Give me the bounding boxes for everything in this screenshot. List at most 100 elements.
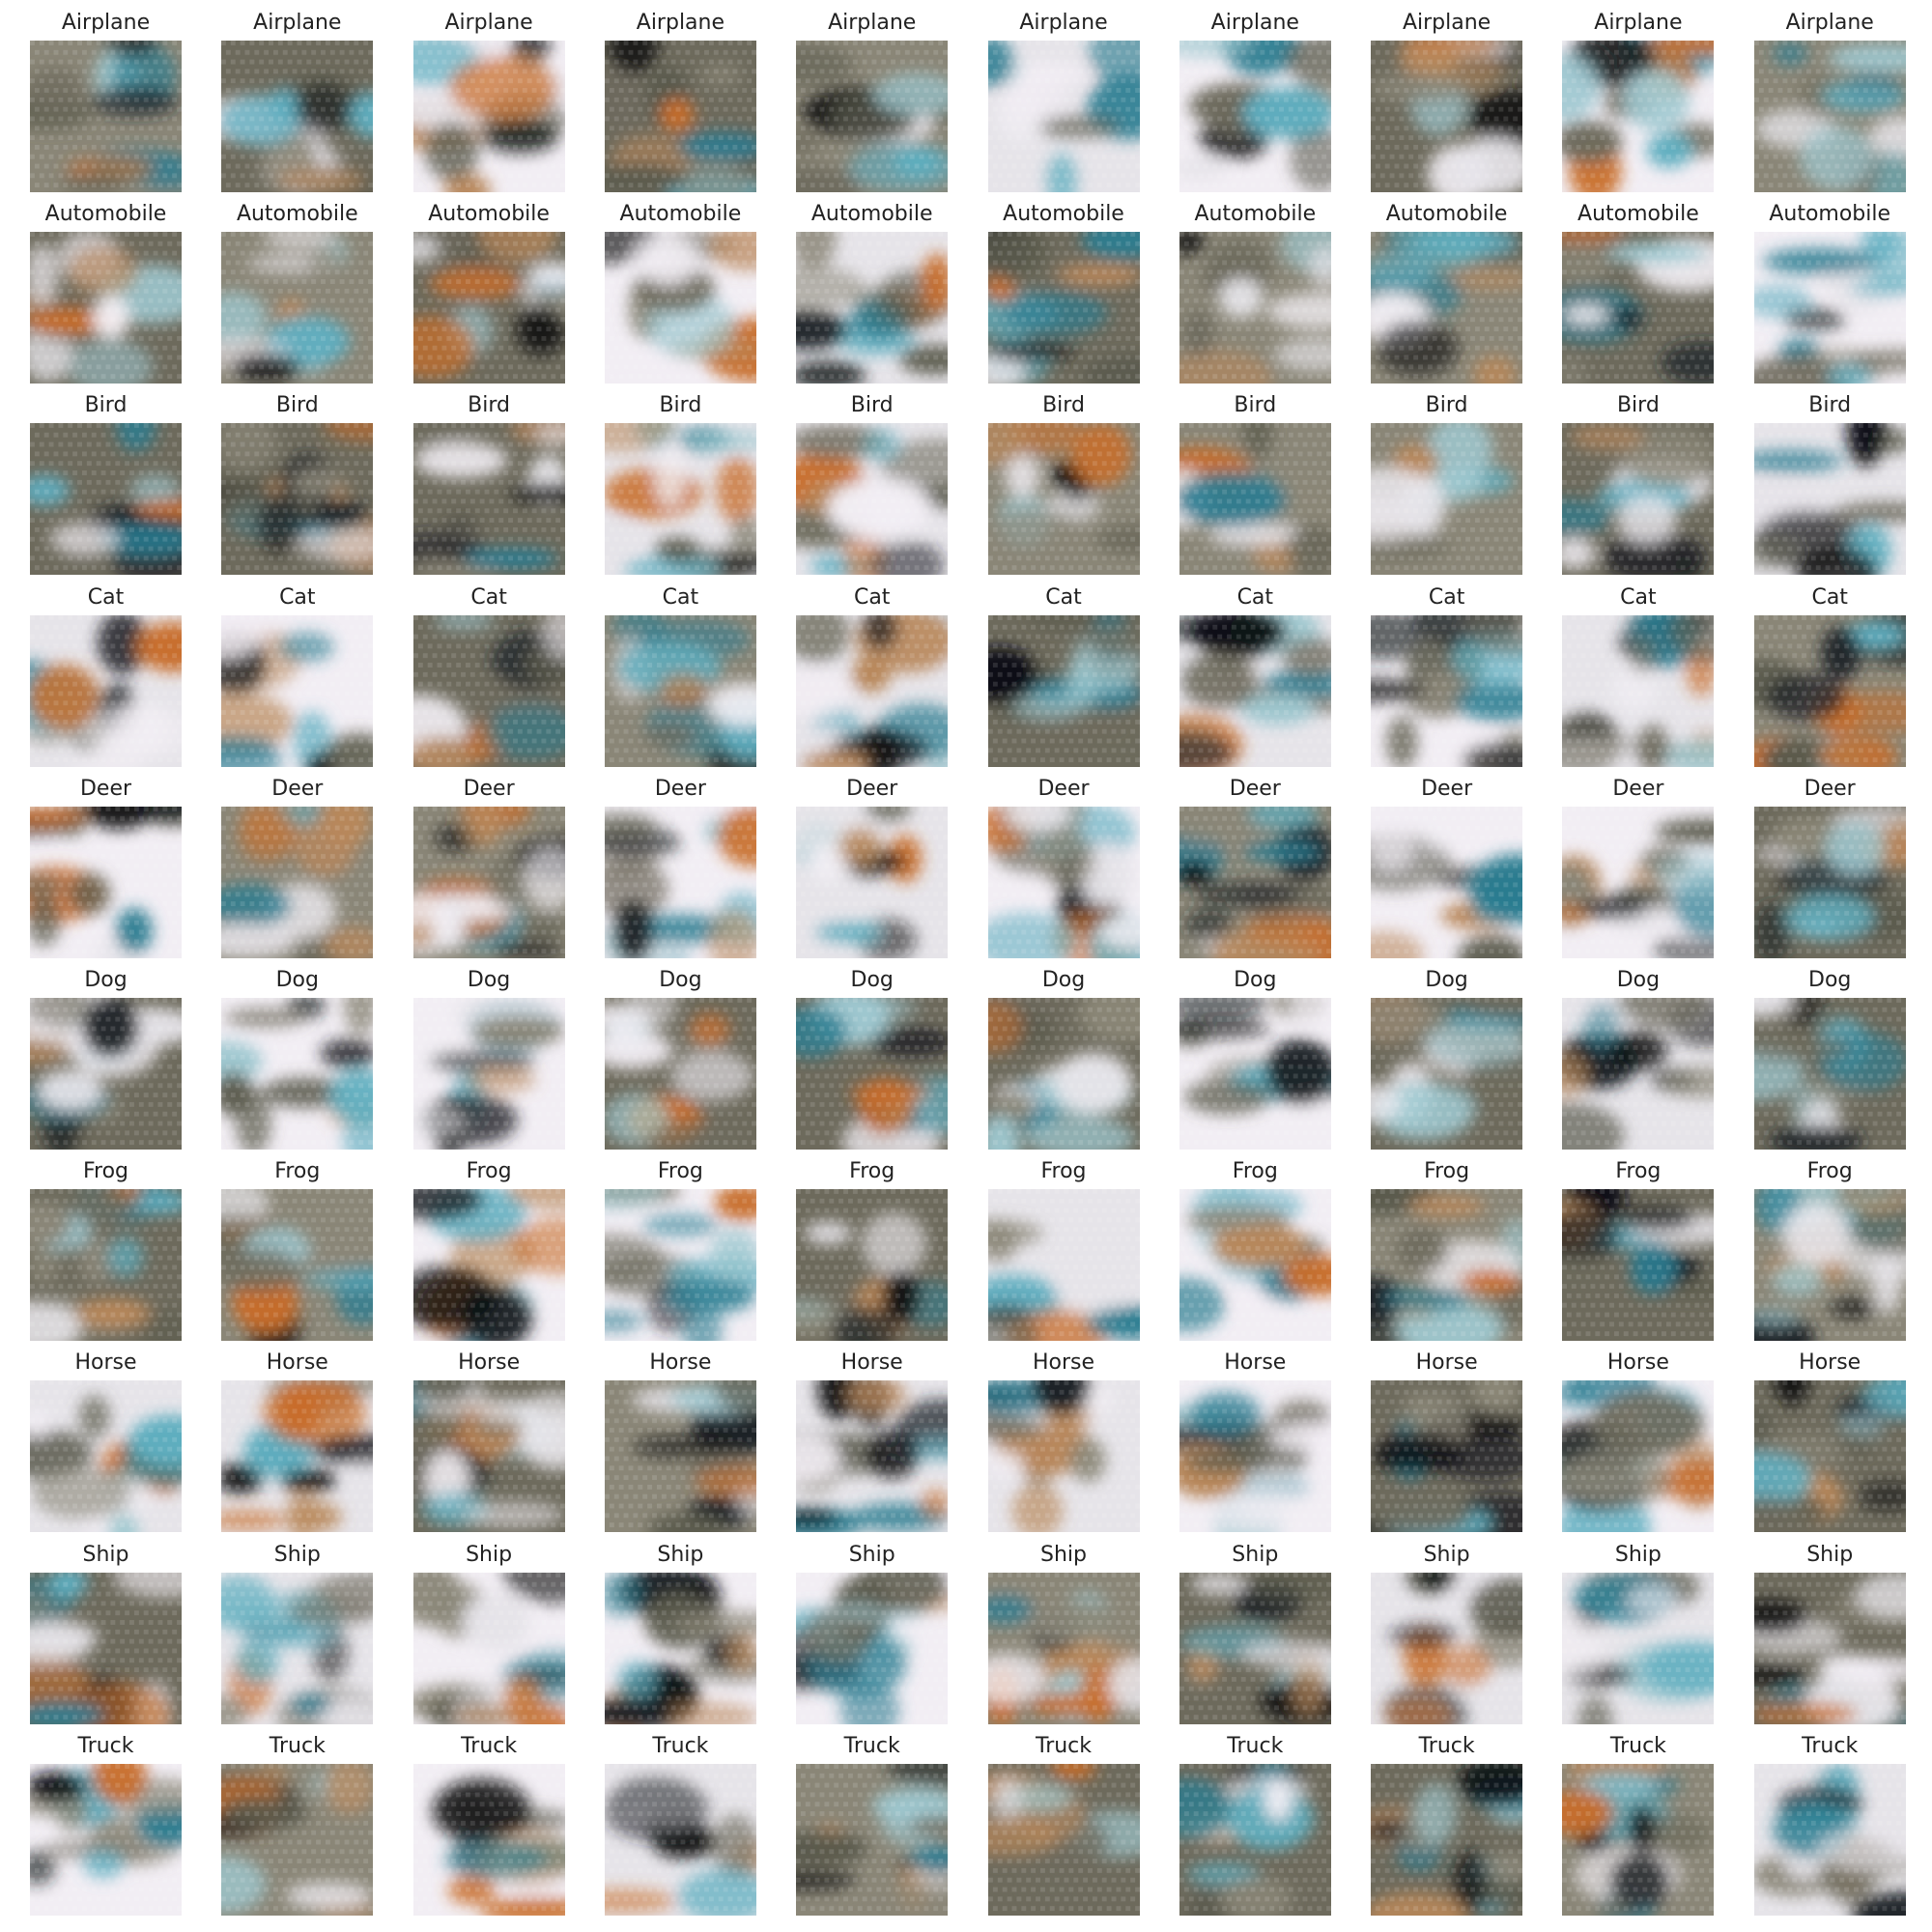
class-label: Ship: [969, 1542, 1159, 1569]
sample-cell: Airplane: [604, 0, 756, 192]
generated-sample-image: [987, 998, 1140, 1150]
generated-sample-image: [1371, 1380, 1523, 1533]
sample-cell: Deer: [1371, 766, 1523, 958]
sample-cell: Horse: [412, 1340, 565, 1533]
sample-cell: Automobile: [1753, 191, 1906, 384]
class-label: Truck: [1735, 1733, 1925, 1760]
sample-image-canvas: [30, 41, 182, 192]
sample-image-canvas: [796, 1763, 949, 1916]
class-label: Airplane: [969, 10, 1159, 37]
generated-sample-image: [1179, 806, 1331, 958]
sample-image-canvas: [796, 806, 949, 958]
generated-sample-image: [1562, 232, 1715, 384]
generated-sample-image: [796, 41, 949, 192]
class-label: Frog: [202, 1158, 392, 1185]
generated-sample-image: [1179, 1572, 1331, 1724]
generated-sample-image: [604, 614, 756, 767]
generated-sample-image: [412, 1189, 565, 1342]
sample-image-canvas: [221, 806, 374, 958]
class-label: Ship: [394, 1542, 584, 1569]
class-label: Dog: [777, 967, 967, 994]
class-label: Truck: [394, 1733, 584, 1760]
class-label: Horse: [394, 1350, 584, 1377]
sample-cell: Automobile: [412, 191, 565, 384]
sample-cell: Dog: [221, 957, 374, 1150]
generated-sample-image: [221, 614, 374, 767]
sample-cell: Dog: [1179, 957, 1331, 1150]
generated-sample-image: [221, 41, 374, 192]
sample-image-canvas: [604, 806, 756, 958]
generated-sample-image: [1371, 1189, 1523, 1342]
sample-cell: Deer: [30, 766, 182, 958]
generated-sample-image: [412, 806, 565, 958]
generated-sample-image: [1753, 423, 1906, 576]
class-label: Cat: [1351, 584, 1542, 611]
class-label: Airplane: [1543, 10, 1733, 37]
sample-image-canvas: [604, 998, 756, 1150]
class-label: Horse: [1351, 1350, 1542, 1377]
sample-image-canvas: [412, 1572, 565, 1724]
sample-image-canvas: [1753, 1763, 1906, 1916]
generated-sample-image: [1179, 998, 1331, 1150]
class-label: Ship: [585, 1542, 776, 1569]
class-label: Airplane: [1735, 10, 1925, 37]
class-label: Deer: [394, 776, 584, 803]
sample-image-canvas: [1179, 614, 1331, 767]
sample-image-canvas: [221, 1189, 374, 1342]
sample-cell: Ship: [1562, 1532, 1715, 1724]
class-label: Cat: [1735, 584, 1925, 611]
sample-cell: Bird: [30, 383, 182, 576]
sample-cell: Airplane: [987, 0, 1140, 192]
sample-cell: Bird: [221, 383, 374, 576]
sample-cell: Truck: [796, 1723, 949, 1916]
class-label: Automobile: [585, 201, 776, 228]
sample-image-canvas: [1179, 998, 1331, 1150]
class-label: Automobile: [11, 201, 201, 228]
class-label: Frog: [1543, 1158, 1733, 1185]
generated-sample-image: [796, 1380, 949, 1533]
sample-image-canvas: [412, 232, 565, 384]
generated-sample-image: [221, 1380, 374, 1533]
sample-image-canvas: [987, 41, 1140, 192]
sample-image-canvas: [1753, 614, 1906, 767]
generated-sample-image: [987, 232, 1140, 384]
sample-cell: Frog: [1179, 1149, 1331, 1342]
sample-cell: Deer: [1562, 766, 1715, 958]
sample-image-canvas: [1562, 1572, 1715, 1724]
sample-image-canvas: [412, 1189, 565, 1342]
sample-cell: Cat: [604, 575, 756, 767]
generated-sample-image: [1562, 1572, 1715, 1724]
sample-image-canvas: [221, 232, 374, 384]
class-label: Horse: [969, 1350, 1159, 1377]
generated-sample-image: [987, 1189, 1140, 1342]
class-label: Cat: [585, 584, 776, 611]
sample-cell: Truck: [1753, 1723, 1906, 1916]
class-label: Airplane: [585, 10, 776, 37]
generated-sample-image: [987, 41, 1140, 192]
generated-sample-image: [796, 1572, 949, 1724]
sample-cell: Automobile: [221, 191, 374, 384]
generated-sample-image: [796, 998, 949, 1150]
sample-cell: Airplane: [412, 0, 565, 192]
class-label: Frog: [1735, 1158, 1925, 1185]
sample-cell: Dog: [412, 957, 565, 1150]
generated-sample-image: [796, 806, 949, 958]
generated-sample-image: [412, 232, 565, 384]
sample-image-canvas: [987, 998, 1140, 1150]
sample-image-canvas: [987, 1189, 1140, 1342]
class-label: Ship: [1160, 1542, 1350, 1569]
sample-cell: Frog: [1753, 1149, 1906, 1342]
class-label: Frog: [11, 1158, 201, 1185]
class-label: Dog: [1735, 967, 1925, 994]
class-label: Truck: [202, 1733, 392, 1760]
class-label: Deer: [969, 776, 1159, 803]
class-label: Truck: [1351, 1733, 1542, 1760]
class-label: Dog: [394, 967, 584, 994]
generated-sample-image: [1179, 1763, 1331, 1916]
class-label: Automobile: [1351, 201, 1542, 228]
sample-cell: Truck: [604, 1723, 756, 1916]
sample-image-canvas: [1753, 41, 1906, 192]
sample-cell: Frog: [987, 1149, 1140, 1342]
sample-image-canvas: [412, 41, 565, 192]
sample-image-canvas: [1562, 232, 1715, 384]
